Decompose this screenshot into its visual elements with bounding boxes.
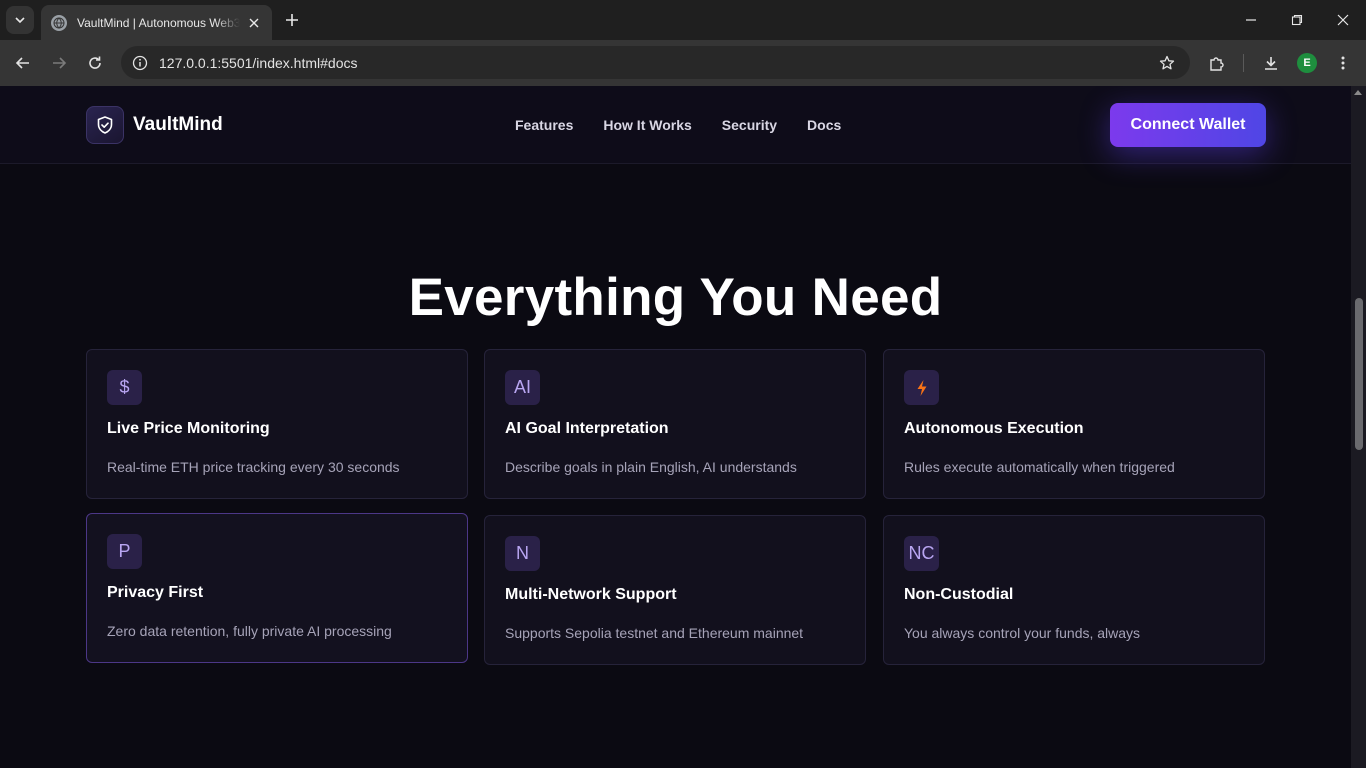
nav-links: Features How It Works Security Docs — [515, 117, 871, 133]
globe-icon — [51, 14, 67, 31]
privacy-icon: P — [107, 534, 142, 569]
card-description: Zero data retention, fully private AI pr… — [107, 623, 392, 639]
minimize-button[interactable] — [1228, 0, 1274, 40]
brand-name[interactable]: VaultMind — [133, 114, 223, 136]
nav-link-how-it-works[interactable]: How It Works — [603, 117, 691, 133]
card-description: Supports Sepolia testnet and Ethereum ma… — [505, 625, 804, 641]
ai-icon: AI — [505, 370, 540, 405]
reload-button[interactable] — [81, 49, 109, 77]
card-title: Multi-Network Support — [505, 586, 677, 603]
card-description: Describe goals in plain English, AI unde… — [505, 459, 797, 475]
profile-avatar[interactable]: E — [1297, 53, 1317, 73]
extensions-button[interactable] — [1203, 49, 1231, 77]
forward-button[interactable] — [45, 49, 73, 77]
site-info-icon[interactable] — [123, 46, 157, 79]
page-viewport: VaultMind Features How It Works Security… — [0, 86, 1351, 768]
new-tab-button[interactable] — [280, 8, 304, 32]
browser-tab[interactable]: VaultMind | Autonomous Web3 — [41, 5, 272, 40]
chevron-down-icon — [15, 17, 25, 24]
close-window-button[interactable] — [1320, 0, 1366, 40]
browser-menu-button[interactable] — [1329, 49, 1357, 77]
feature-card-non-custodial[interactable]: NC Non-Custodial You always control your… — [883, 515, 1265, 665]
connect-wallet-button[interactable]: Connect Wallet — [1110, 103, 1266, 147]
lightning-icon — [904, 370, 939, 405]
nav-link-docs[interactable]: Docs — [807, 117, 841, 133]
card-title: Privacy First — [107, 584, 204, 601]
kebab-menu-icon — [1341, 56, 1345, 70]
card-title: Non-Custodial — [904, 586, 1014, 603]
toolbar-divider — [1243, 54, 1244, 72]
shield-logo-icon[interactable] — [86, 106, 124, 144]
close-icon — [1337, 14, 1349, 26]
card-description: Real-time ETH price tracking every 30 se… — [107, 459, 400, 475]
puzzle-icon — [1210, 57, 1224, 71]
address-bar[interactable]: 127.0.0.1:5501/index.html#docs — [121, 46, 1190, 79]
minimize-icon — [1246, 19, 1256, 21]
dollar-icon: $ — [107, 370, 142, 405]
nav-link-security[interactable]: Security — [722, 117, 777, 133]
page-scrollbar[interactable] — [1351, 86, 1366, 768]
arrow-left-icon — [15, 57, 29, 69]
scroll-thumb[interactable] — [1355, 298, 1363, 450]
feature-card-price-monitoring[interactable]: $ Live Price Monitoring Real-time ETH pr… — [86, 349, 468, 499]
bookmark-star-icon[interactable] — [1150, 46, 1184, 79]
card-description: You always control your funds, always — [904, 625, 1141, 641]
feature-card-multi-network[interactable]: N Multi-Network Support Supports Sepolia… — [484, 515, 866, 665]
card-title: Live Price Monitoring — [107, 420, 270, 437]
card-title: AI Goal Interpretation — [505, 420, 669, 437]
url-text[interactable]: 127.0.0.1:5501/index.html#docs — [159, 55, 1150, 71]
nav-link-features[interactable]: Features — [515, 117, 573, 133]
feature-card-privacy[interactable]: P Privacy First Zero data retention, ful… — [86, 513, 468, 663]
back-button[interactable] — [9, 49, 37, 77]
reload-icon — [89, 56, 101, 69]
card-description: Rules execute automatically when trigger… — [904, 459, 1175, 475]
restore-button[interactable] — [1274, 0, 1320, 40]
feature-card-ai-goal[interactable]: AI AI Goal Interpretation Describe goals… — [484, 349, 866, 499]
card-title: Autonomous Execution — [904, 420, 1084, 437]
non-custodial-icon: NC — [904, 536, 939, 571]
browser-tab-bar: VaultMind | Autonomous Web3 — [0, 0, 1366, 40]
plus-icon — [286, 14, 298, 26]
feature-card-autonomous-execution[interactable]: Autonomous Execution Rules execute autom… — [883, 349, 1265, 499]
scroll-up-arrow-icon[interactable] — [1354, 90, 1362, 95]
network-icon: N — [505, 536, 540, 571]
section-heading: Everything You Need — [408, 268, 943, 327]
restore-icon — [1291, 14, 1303, 26]
downloads-button[interactable] — [1257, 49, 1285, 77]
close-tab-icon[interactable] — [246, 15, 262, 31]
site-navbar: VaultMind Features How It Works Security… — [0, 86, 1351, 164]
tab-title: VaultMind | Autonomous Web3 — [77, 15, 240, 30]
download-icon — [1265, 57, 1277, 70]
tab-search-button[interactable] — [6, 6, 34, 34]
arrow-right-icon — [53, 57, 67, 69]
